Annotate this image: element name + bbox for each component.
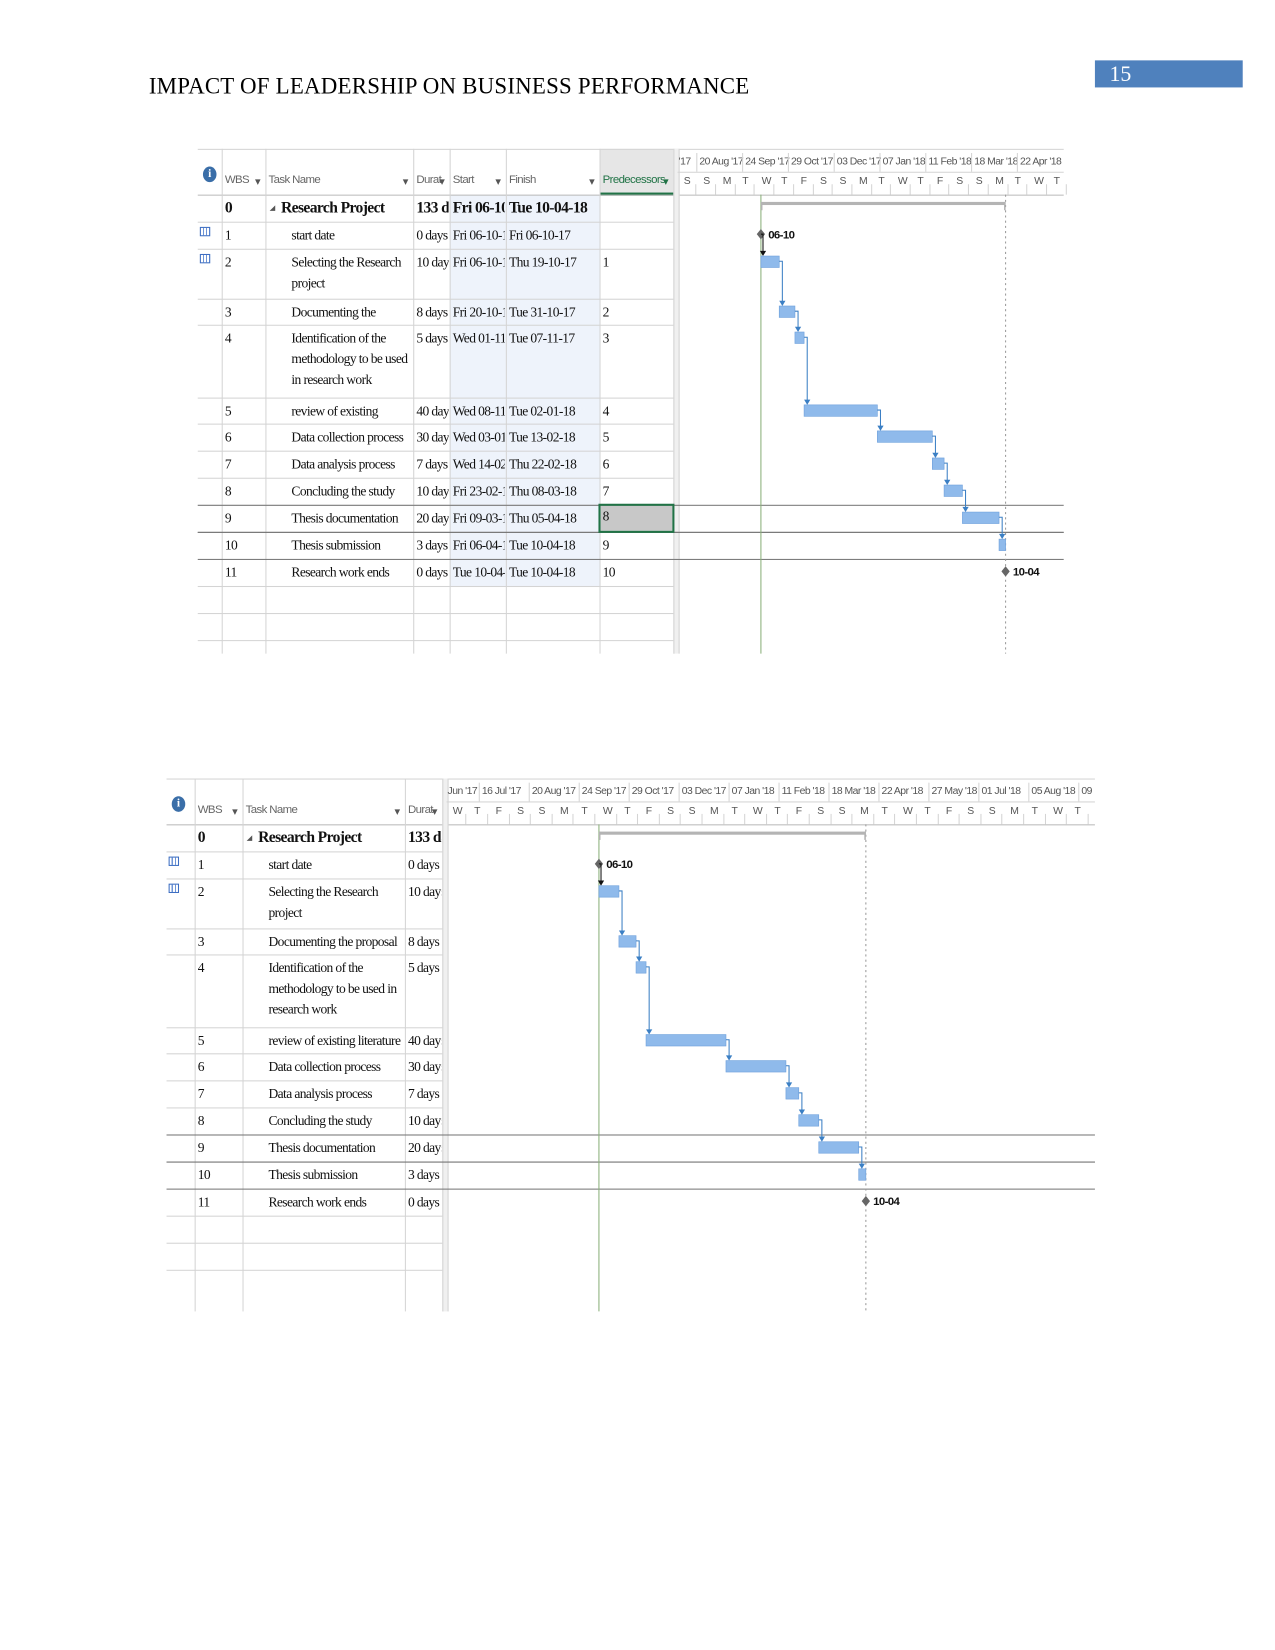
task-bar [635,961,647,974]
milestone-label: 06-10 [768,229,794,241]
task-bar [618,935,637,948]
task-bar [877,430,933,443]
gantt-chart-compact: i WBS ▼ Task Name ▼ Durat ▼ 0 ◢ Research Project 1… [166,778,1095,1312]
summary-bar-cap [864,831,866,840]
dependency-arrow-icon [804,399,811,405]
dependency-link [798,1092,803,1111]
dependency-arrow-icon [798,1109,806,1115]
summary-bar-cap [760,201,763,211]
task-bar [818,1141,860,1154]
task-bar [598,885,620,898]
task-bar [778,305,796,318]
task-bar [760,255,780,268]
dependency-link [858,1146,863,1165]
dependency-arrow-icon [944,479,951,486]
dependency-link [794,310,799,328]
task-bar [794,331,805,344]
running-head: IMPACT OF LEADERSHIP ON BUSINESS PERFORM… [148,72,750,99]
milestone-diamond [861,1195,871,1207]
dependency-link [932,435,936,454]
dependency-link [944,462,948,481]
milestone-diamond [1001,566,1010,577]
task-bar [645,1034,727,1047]
dependency-link [618,890,623,932]
dependency-arrow-icon [962,506,969,513]
dependency-link [877,409,882,427]
milestone-label: 06-10 [606,859,632,871]
dependency-link [999,516,1003,535]
summary-bar-cap [1004,201,1006,211]
dependency-link [725,1039,730,1057]
page-number: 15 [1094,60,1243,88]
dependency-arrow-icon [636,956,643,962]
task-bar [932,457,945,470]
dependency-link [818,1119,823,1138]
task-bar [785,1087,800,1100]
gantt-graphics: 06-10 10-04 [594,824,901,1312]
dependency-link [646,966,650,1031]
summary-bar-cap [598,831,601,840]
document-page: IMPACT OF LEADERSHIP ON BUSINESS PERFORM… [0,0,1275,1650]
dependency-link [804,336,808,401]
dependency-arrow-icon [794,326,802,333]
dependency-link [779,260,783,302]
dependency-arrow-icon [618,930,626,936]
task-bar [858,1168,867,1181]
dependency-arrow-icon [877,425,884,431]
milestone-label: 10-04 [873,1196,900,1208]
task-bar [803,404,878,417]
dependency-arrow-icon [932,452,939,458]
task-bar [962,511,1000,524]
task-bar [798,1114,820,1127]
summary-bar [598,831,866,835]
dependency-arrow-icon [779,300,786,306]
dependency-link [636,940,640,958]
dependency-arrow-icon [818,1136,825,1142]
task-bar [725,1060,787,1073]
timescale-minor-tick [1065,184,1067,195]
dependency-arrow-icon [646,1029,653,1035]
task-bar [943,484,963,497]
dependency-arrow-icon [725,1055,733,1061]
gantt-graphics: 06-10 10-04 [756,194,1041,654]
gantt-chart-full: i WBS ▼ Task Name ▼ Durat ▼ Start ▼ Finish ▼ Predec… [197,148,1067,654]
milestone-diamond [756,228,766,240]
dependency-arrow-icon [858,1163,865,1169]
dependency-link [962,489,967,508]
summary-bar [760,201,1006,206]
dependency-arrow-icon [785,1082,793,1088]
milestone-label: 10-04 [1013,567,1040,579]
dependency-arrow-icon [999,533,1006,540]
dependency-link [785,1065,790,1084]
task-bar [998,538,1006,551]
